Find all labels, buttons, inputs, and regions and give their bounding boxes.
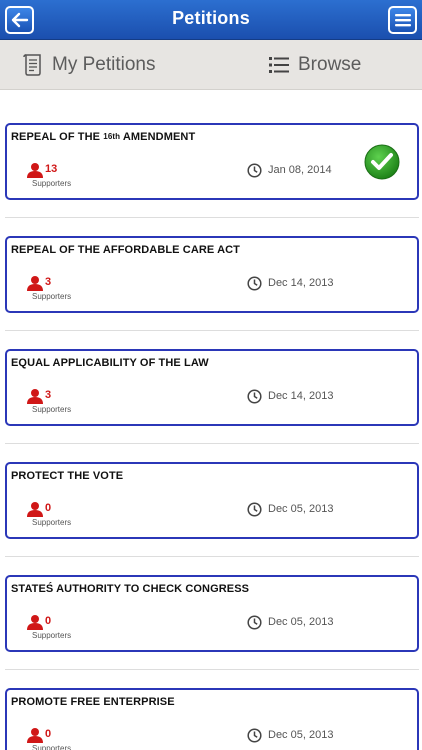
- petition-title: REPEAL OF THE AFFORDABLE CARE ACT: [11, 244, 241, 256]
- petition-title: EQUAL APPLICABILITY OF THE LAW: [11, 357, 209, 369]
- petition-title: PROTECT THE VOTE: [11, 470, 124, 482]
- clock-icon: [247, 389, 262, 404]
- supporters-label: Supporters: [32, 292, 72, 301]
- tab-my-petitions[interactable]: My Petitions: [22, 40, 155, 90]
- supporter-count: 13: [45, 163, 58, 175]
- petition-date: Dec 05, 2013: [268, 729, 334, 741]
- petition-date: Dec 05, 2013: [268, 616, 334, 628]
- document-icon: [23, 54, 41, 76]
- top-bar: Petitions: [0, 0, 422, 40]
- supporters-label: Supporters: [32, 405, 72, 414]
- person-icon: [27, 389, 43, 404]
- menu-button[interactable]: [388, 6, 417, 34]
- petition-card[interactable]: STATEŚ AUTHORITY TO CHECK CONGRESS 0 Su…: [5, 575, 419, 652]
- supporters-label: Supporters: [32, 179, 72, 188]
- supporter-count: 0: [45, 615, 52, 627]
- tab-bar: My Petitions Browse: [0, 40, 422, 90]
- supporter-count: 0: [45, 728, 52, 740]
- petition-title: STATEŚ AUTHORITY TO CHECK CONGRESS: [11, 583, 250, 595]
- petition-card[interactable]: REPEAL OF THE AFFORDABLE CARE ACT 3 Supp…: [5, 236, 419, 313]
- tab-browse-label: Browse: [298, 54, 362, 75]
- supporter-count: 3: [45, 389, 52, 401]
- petition-card[interactable]: REPEAL OF THE 16th AMENDMENT 13 Supporte…: [5, 123, 419, 200]
- supporters-label: Supporters: [32, 631, 72, 640]
- clock-icon: [247, 615, 262, 630]
- list-icon: [269, 57, 289, 73]
- checkmark-icon: [364, 144, 400, 180]
- petition-title: REPEAL OF THE 16th AMENDMENT: [11, 131, 196, 143]
- supporters-label: Supporters: [32, 744, 72, 750]
- petition-card[interactable]: EQUAL APPLICABILITY OF THE LAW 3 Support…: [5, 349, 419, 426]
- tab-browse[interactable]: Browse: [268, 40, 361, 90]
- petition-card[interactable]: PROTECT THE VOTE 0 Supporters Dec 05, 20…: [5, 462, 419, 539]
- clock-icon: [247, 163, 262, 178]
- menu-icon: [394, 14, 411, 27]
- clock-icon: [247, 502, 262, 517]
- petition-date: Dec 05, 2013: [268, 503, 334, 515]
- person-icon: [27, 728, 43, 743]
- clock-icon: [247, 728, 262, 743]
- tab-my-petitions-label: My Petitions: [52, 54, 156, 75]
- divider: [5, 330, 419, 331]
- person-icon: [27, 276, 43, 291]
- divider: [5, 443, 419, 444]
- person-icon: [27, 163, 43, 178]
- supporter-count: 3: [45, 276, 52, 288]
- supporter-count: 0: [45, 502, 52, 514]
- person-icon: [27, 502, 43, 517]
- person-icon: [27, 615, 43, 630]
- divider: [5, 556, 419, 557]
- petition-date: Dec 14, 2013: [268, 390, 334, 402]
- divider: [5, 669, 419, 670]
- petition-title: PROMOTE FREE ENTERPRISE: [11, 696, 175, 708]
- page-title: Petitions: [172, 8, 250, 28]
- petition-date: Jan 08, 2014: [268, 164, 332, 176]
- petition-date: Dec 14, 2013: [268, 277, 334, 289]
- supporters-label: Supporters: [32, 518, 72, 527]
- divider: [5, 217, 419, 218]
- clock-icon: [247, 276, 262, 291]
- petition-card[interactable]: PROMOTE FREE ENTERPRISE 0 Supporters Dec…: [5, 688, 419, 750]
